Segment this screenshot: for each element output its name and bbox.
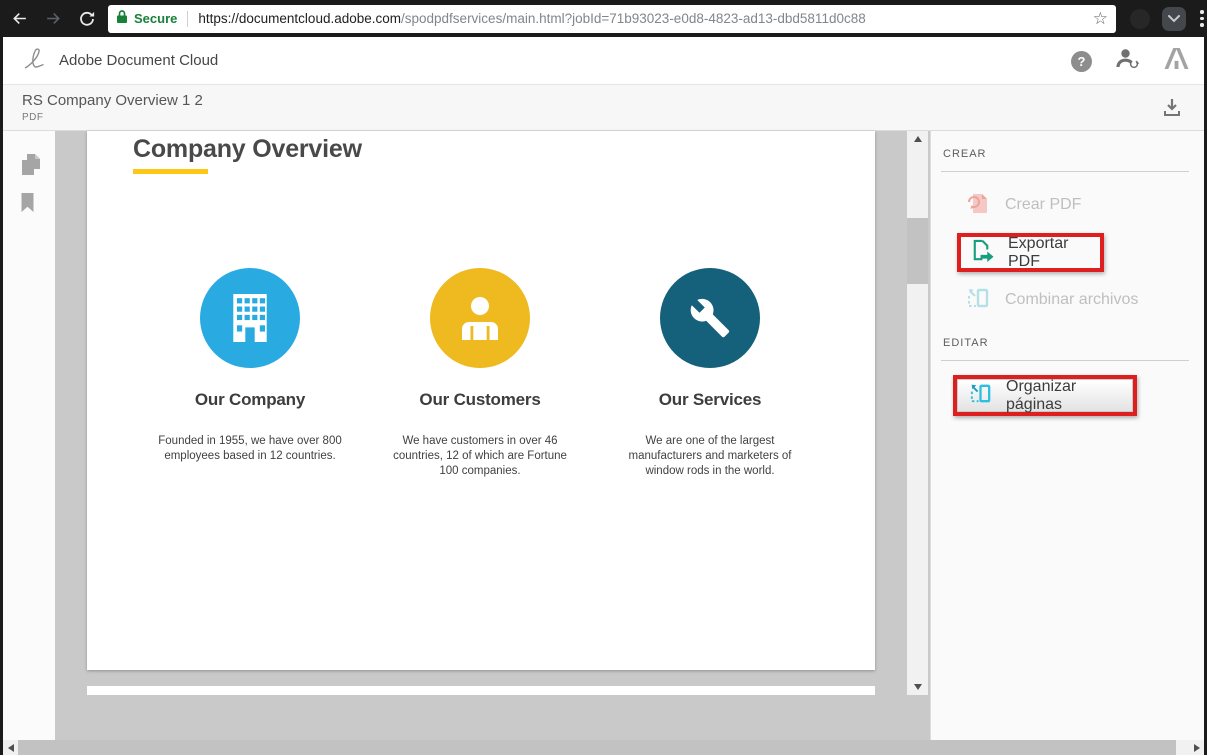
scroll-down-icon[interactable] xyxy=(907,679,928,695)
combine-files-icon xyxy=(965,285,991,316)
column-body: Founded in 1955, we have over 800 employ… xyxy=(158,435,342,462)
lock-icon xyxy=(116,9,128,29)
user-account-icon[interactable] xyxy=(1116,48,1140,74)
extension-icon[interactable] xyxy=(1130,8,1150,29)
omnibox-divider xyxy=(187,10,189,27)
column-body: We have customers in over 46 countries, … xyxy=(393,435,567,477)
pdf-viewer: Company Overview Our Company Founded in … xyxy=(55,131,930,740)
brand-title: Adobe Document Cloud xyxy=(59,52,219,69)
reload-icon[interactable] xyxy=(72,4,102,34)
window-edge-left xyxy=(0,37,3,755)
browser-menu-icon[interactable] xyxy=(1200,10,1204,27)
organize-pages-highlight: Organizar páginas xyxy=(953,375,1137,416)
person-icon xyxy=(430,268,530,368)
back-icon[interactable] xyxy=(4,4,34,34)
tools-panel: CREAR Crear PDF Exportar PDF Combinar ar… xyxy=(930,131,1204,740)
column-heading: Our Customers xyxy=(419,390,541,409)
scroll-left-icon[interactable] xyxy=(3,740,18,755)
bookmark-star-icon[interactable]: ☆ xyxy=(1093,9,1108,29)
section-label-editar: EDITAR xyxy=(943,337,989,349)
column-heading: Our Services xyxy=(658,390,762,409)
column-heading: Our Company xyxy=(194,390,306,409)
document-title-bar: RS Company Overview 1 2 PDF xyxy=(0,85,1207,131)
export-pdf-icon xyxy=(969,238,994,268)
horizontal-scrollbar-thumb[interactable] xyxy=(18,740,1176,755)
building-icon xyxy=(200,268,300,368)
title-underline xyxy=(133,169,208,174)
pdf-page-title: Company Overview xyxy=(133,135,362,163)
scroll-up-icon[interactable] xyxy=(907,131,928,147)
column-body: We are one of the largest manufacturers … xyxy=(628,435,792,477)
organize-pages-icon xyxy=(968,381,993,411)
url-text: https://documentcloud.adobe.com/spodpdfs… xyxy=(198,11,866,26)
secure-label: Secure xyxy=(134,11,178,26)
pdf-column-services: Our Services We are one of the largest m… xyxy=(595,268,825,479)
help-icon[interactable]: ? xyxy=(1071,50,1092,72)
pdf-column-company: Our Company Founded in 1955, we have ove… xyxy=(135,268,365,464)
tool-organize-pages[interactable]: Organizar páginas xyxy=(957,378,1133,413)
address-bar[interactable]: Secure https://documentcloud.adobe.com/s… xyxy=(108,4,1116,33)
vertical-scrollbar[interactable] xyxy=(907,131,928,695)
section-divider xyxy=(941,360,1189,361)
left-sidebar xyxy=(3,131,55,740)
tool-export-pdf[interactable]: Exportar PDF xyxy=(961,235,1100,271)
next-page-edge xyxy=(87,686,875,695)
pdf-column-customers: Our Customers We have customers in over … xyxy=(365,268,595,479)
export-pdf-highlight: Exportar PDF xyxy=(957,233,1104,272)
download-icon[interactable] xyxy=(1161,97,1183,123)
pdf-page: Company Overview Our Company Founded in … xyxy=(87,131,875,670)
page-thumbnails-icon[interactable] xyxy=(20,153,41,181)
scroll-right-icon[interactable] xyxy=(1189,740,1204,755)
app-header: Adobe Document Cloud ? xyxy=(0,37,1207,85)
forward-icon[interactable] xyxy=(38,4,68,34)
section-divider xyxy=(941,171,1189,172)
tool-create-pdf: Crear PDF xyxy=(965,189,1081,221)
document-file-type: PDF xyxy=(22,112,44,123)
acrobat-logo-icon xyxy=(22,45,49,77)
wrench-icon xyxy=(660,268,760,368)
bookmarks-icon[interactable] xyxy=(20,193,35,218)
tool-combine-files: Combinar archivos xyxy=(965,284,1138,316)
browser-toolbar: Secure https://documentcloud.adobe.com/s… xyxy=(0,0,1207,37)
horizontal-scrollbar[interactable] xyxy=(3,740,1204,755)
create-pdf-icon xyxy=(965,190,991,221)
adobe-logo-icon[interactable] xyxy=(1164,48,1189,74)
section-label-crear: CREAR xyxy=(943,148,987,160)
document-title: RS Company Overview 1 2 xyxy=(22,92,203,109)
pocket-extension-icon[interactable] xyxy=(1162,6,1186,31)
vertical-scrollbar-thumb[interactable] xyxy=(907,218,928,284)
